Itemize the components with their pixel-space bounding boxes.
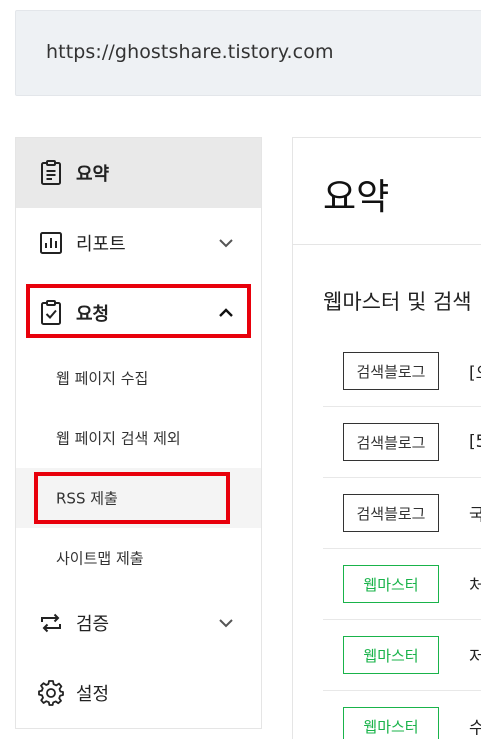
list-item[interactable]: 웹마스터 저 bbox=[323, 620, 481, 691]
category-badge: 웹마스터 bbox=[343, 707, 439, 739]
list-item[interactable]: 웹마스터 처 bbox=[323, 549, 481, 620]
sidebar-item-summary[interactable]: 요약 bbox=[16, 138, 261, 208]
page-title: 요약 bbox=[323, 177, 390, 218]
sidebar-subitem-search-exclude[interactable]: 웹 페이지 검색 제외 bbox=[16, 408, 261, 468]
category-badge: 웹마스터 bbox=[343, 636, 439, 674]
list-item-title[interactable]: 수 bbox=[469, 714, 481, 739]
list-item-title[interactable]: 저 bbox=[469, 643, 481, 668]
list-item-title[interactable]: 국 bbox=[469, 501, 481, 526]
list-item-title[interactable]: 처 bbox=[469, 572, 481, 597]
bar-chart-icon bbox=[38, 230, 64, 256]
sidebar-item-verify[interactable]: 검증 bbox=[16, 588, 261, 658]
chevron-down-icon[interactable] bbox=[216, 613, 236, 633]
sidebar-item-label: 요약 bbox=[76, 164, 110, 185]
url-bar[interactable]: https://ghostshare.tistory.com bbox=[15, 10, 481, 96]
category-badge: 검색블로그 bbox=[343, 423, 439, 461]
sidebar-item-label: 검증 bbox=[76, 614, 110, 635]
category-badge: 검색블로그 bbox=[343, 352, 439, 390]
sidebar-subitem-rss-submit[interactable]: RSS 제출 bbox=[16, 468, 261, 528]
list-item[interactable]: 검색블로그 [5 bbox=[323, 407, 481, 478]
url-text: https://ghostshare.tistory.com bbox=[46, 41, 334, 63]
sidebar-item-report[interactable]: 리포트 bbox=[16, 208, 261, 278]
list-item-title[interactable]: [오 bbox=[469, 359, 481, 384]
swap-arrows-icon bbox=[38, 610, 64, 636]
sidebar-subitem-label: 웹 페이지 수집 bbox=[56, 369, 149, 388]
list-item[interactable]: 검색블로그 [오 bbox=[323, 336, 481, 407]
sidebar-item-label: 리포트 bbox=[76, 234, 126, 255]
list-item[interactable]: 웹마스터 수 bbox=[323, 691, 481, 739]
main-panel: 요약 웹마스터 및 검색 검색블로그 [오 검색블로그 [5 검색블로그 국 웹… bbox=[292, 137, 481, 739]
category-badge: 검색블로그 bbox=[343, 494, 439, 532]
sidebar-nav: 요약 리포트 요청 웹 페이지 수집 웹 페이지 검색 제외 RSS 제출 사이… bbox=[15, 137, 262, 729]
sidebar-item-settings[interactable]: 설정 bbox=[16, 658, 261, 728]
list-item[interactable]: 검색블로그 국 bbox=[323, 478, 481, 549]
chevron-down-icon[interactable] bbox=[216, 233, 236, 253]
category-badge: 웹마스터 bbox=[343, 565, 439, 603]
sidebar-subitem-page-collect[interactable]: 웹 페이지 수집 bbox=[16, 348, 261, 408]
sidebar-item-label: 설정 bbox=[76, 684, 110, 705]
sidebar-subitem-label: RSS 제출 bbox=[56, 489, 118, 508]
sidebar-subitem-label: 웹 페이지 검색 제외 bbox=[56, 429, 181, 448]
clipboard-check-icon bbox=[38, 300, 64, 326]
section-title: 웹마스터 및 검색 bbox=[323, 290, 472, 314]
sidebar-subitem-sitemap-submit[interactable]: 사이트맵 제출 bbox=[16, 528, 261, 588]
sidebar-item-label: 요청 bbox=[76, 304, 110, 325]
list-item-title[interactable]: [5 bbox=[469, 432, 481, 452]
gear-icon bbox=[38, 680, 64, 706]
sidebar-subitem-label: 사이트맵 제출 bbox=[56, 549, 144, 568]
divider bbox=[293, 244, 481, 245]
clipboard-icon bbox=[38, 160, 64, 186]
sidebar-item-request[interactable]: 요청 bbox=[16, 278, 261, 348]
chevron-up-icon[interactable] bbox=[216, 303, 236, 323]
